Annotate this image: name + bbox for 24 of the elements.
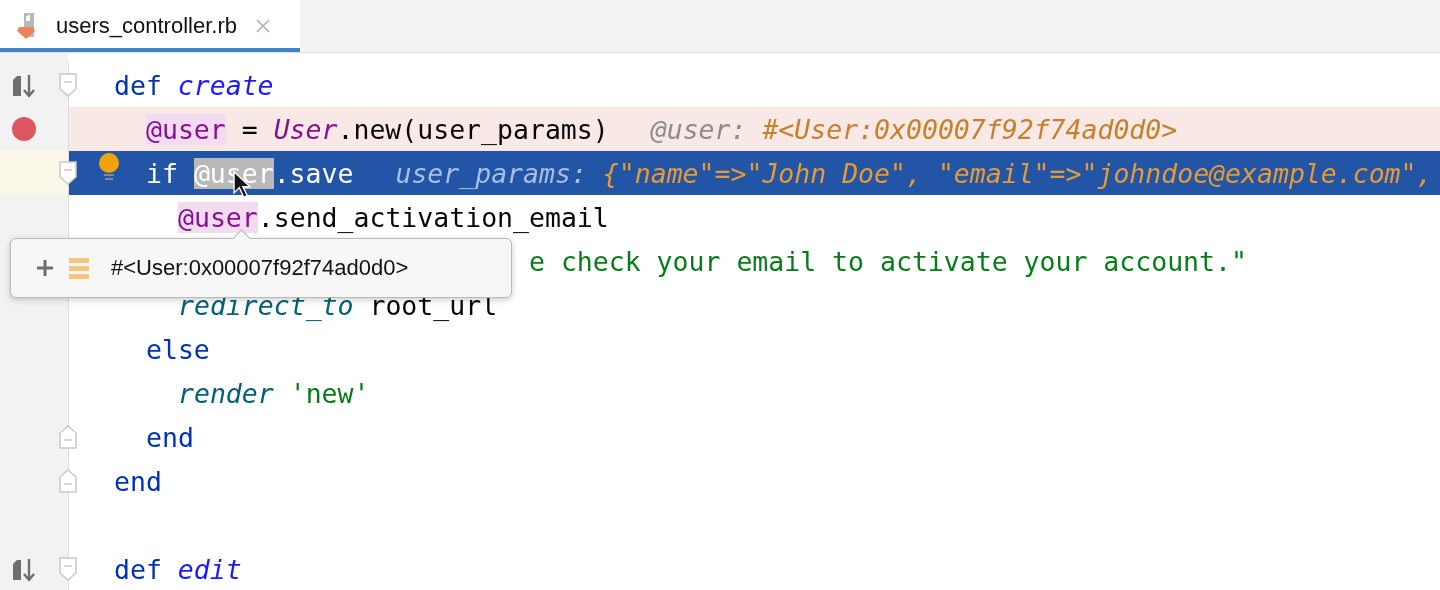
fold-marker[interactable]: [59, 425, 77, 449]
code-line: e check your email to activate your account.": [529, 245, 1247, 277]
code-line: end: [146, 421, 194, 453]
fold-marker[interactable]: [59, 557, 77, 581]
code-line: redirect_to root_url: [178, 289, 498, 321]
debug-value: #<User:0x00007f92f74ad0d0>: [111, 255, 409, 281]
fold-marker[interactable]: [59, 161, 77, 185]
code-line: else: [146, 333, 210, 365]
inline-debug-value: user_params: {"name"=>"John Doe", "email"=>"johndoe@example.com",: [395, 157, 1433, 189]
code-line: @user.send_activation_email: [178, 201, 609, 233]
expand-plus-icon[interactable]: [35, 258, 55, 278]
code-line: @user = User.new(user_params): [146, 113, 609, 145]
fold-marker[interactable]: [59, 73, 77, 97]
object-list-icon: [69, 257, 89, 279]
fold-marker[interactable]: [59, 469, 77, 493]
lightbulb-icon[interactable]: [98, 153, 120, 183]
inline-debug-value: @user: #<User:0x00007f92f74ad0d0>: [650, 113, 1178, 145]
code-line: def create: [114, 69, 274, 101]
breakpoint-icon[interactable]: [11, 116, 37, 142]
file-tab[interactable]: users_controller.rb: [0, 0, 300, 52]
code-line: def edit: [114, 553, 242, 585]
code-line: render 'new': [178, 377, 370, 409]
close-icon[interactable]: [255, 18, 271, 34]
code-line: end: [114, 465, 162, 497]
